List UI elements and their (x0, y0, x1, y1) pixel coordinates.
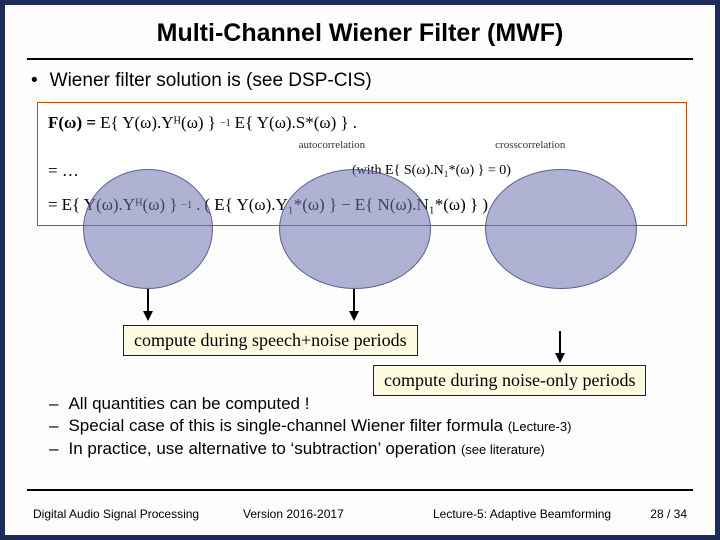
dash-icon: – (49, 438, 58, 461)
callout-noise-only: compute during noise-only periods (373, 365, 646, 396)
footer: Digital Audio Signal Processing Version … (33, 507, 687, 521)
bullet-dot: • (31, 70, 38, 92)
arrow-3 (559, 331, 561, 361)
footer-page: 28 / 34 (650, 507, 687, 521)
footer-divider (27, 489, 693, 491)
eq-line3-lhs: = (48, 195, 58, 215)
label-autocorrelation: autocorrelation (299, 139, 366, 151)
equation-line-3: = E{ Y(ω).Yᴴ(ω) } −1 . ( E{ Y(ω).Y₁*(ω) … (48, 191, 676, 219)
eq-line2-note: (with E{ S(ω).N₁*(ω) } = 0) (352, 163, 511, 179)
main-bullet: • Wiener filter solution is (see DSP-CIS… (31, 70, 689, 92)
eq-line3-minus: − (341, 195, 351, 215)
eq-line2-lhs: = … (48, 161, 348, 181)
equation-box: F(ω) = E{ Y(ω).Yᴴ(ω) } −1 E{ Y(ω).S*(ω) … (37, 102, 687, 226)
equation-underlabels: autocorrelation crosscorrelation (188, 139, 676, 151)
eq-line3-term-a: E{ Y(ω).Yᴴ(ω) } (62, 195, 178, 215)
eq-period: . (353, 113, 357, 133)
eq-line3-dot: . (196, 195, 200, 215)
sub-bullet-b-text: Special case of this is single-channel W… (68, 415, 571, 438)
eq-lhs: F(ω) = (48, 113, 96, 133)
eq-term-auto: E{ Y(ω).Yᴴ(ω) } (100, 113, 216, 133)
label-crosscorrelation: crosscorrelation (495, 139, 565, 151)
eq-line3-inv: −1 (181, 200, 192, 211)
eq-line3-term-b: ( E{ Y(ω).Y₁*(ω) } (204, 195, 337, 215)
slide: Multi-Channel Wiener Filter (MWF) • Wien… (5, 5, 715, 535)
sub-c-main: In practice, use alternative to ‘subtrac… (68, 439, 460, 458)
dash-icon: – (49, 415, 58, 438)
sub-bullet-list: – All quantities can be computed ! – Spe… (49, 393, 695, 461)
slide-title: Multi-Channel Wiener Filter (MWF) (5, 5, 715, 58)
sub-b-small: (Lecture-3) (508, 419, 572, 434)
footer-version: Version 2016-2017 (243, 507, 344, 521)
title-divider (27, 58, 693, 60)
sub-bullet-a-text: All quantities can be computed ! (68, 393, 309, 415)
content-area: • Wiener filter solution is (see DSP-CIS… (5, 70, 715, 226)
eq-inverse: −1 (220, 118, 231, 129)
sub-b-main: Special case of this is single-channel W… (68, 416, 507, 435)
arrow-2 (353, 289, 355, 319)
sub-bullet-c: – In practice, use alternative to ‘subtr… (49, 438, 695, 461)
eq-term-cross: E{ Y(ω).S*(ω) } (235, 113, 349, 133)
arrow-1 (147, 289, 149, 319)
footer-lecture: Lecture-5: Adaptive Beamforming (433, 507, 611, 521)
dash-icon: – (49, 393, 58, 415)
main-bullet-text: Wiener filter solution is (see DSP-CIS) (50, 70, 372, 92)
footer-left: Digital Audio Signal Processing (33, 507, 199, 521)
equation-line-2: = … (with E{ S(ω).N₁*(ω) } = 0) (48, 157, 676, 185)
eq-line3-term-c: E{ N(ω).N₁*(ω) } ) (355, 195, 488, 215)
sub-bullet-c-text: In practice, use alternative to ‘subtrac… (68, 438, 544, 461)
sub-bullet-a: – All quantities can be computed ! (49, 393, 695, 415)
sub-c-small: (see literature) (461, 442, 545, 457)
equation-line-1: F(ω) = E{ Y(ω).Yᴴ(ω) } −1 E{ Y(ω).S*(ω) … (48, 109, 676, 137)
callout-speech-noise: compute during speech+noise periods (123, 325, 418, 356)
sub-bullet-b: – Special case of this is single-channel… (49, 415, 695, 438)
